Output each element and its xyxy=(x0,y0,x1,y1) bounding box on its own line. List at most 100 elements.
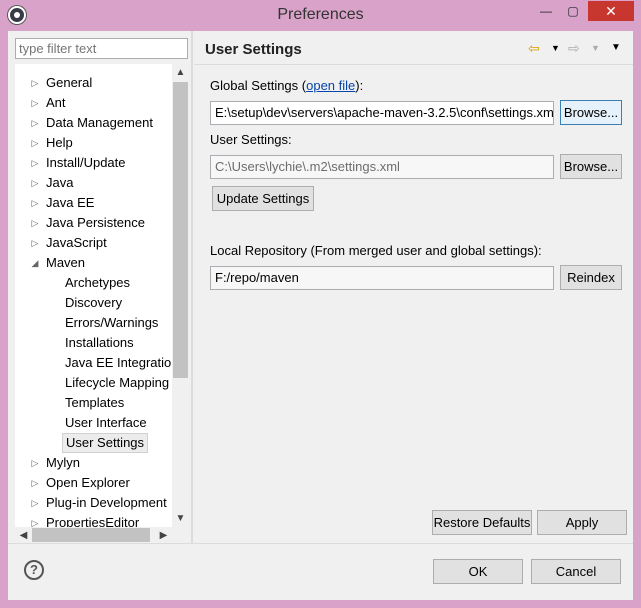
tree-item-label: Plug-in Development xyxy=(46,495,167,510)
tree-item-java-ee[interactable]: ▷ Java EE xyxy=(15,193,172,213)
collapsed-arrow-icon[interactable]: ▷ xyxy=(30,73,40,93)
global-browse-button[interactable]: Browse... xyxy=(560,100,622,125)
collapsed-arrow-icon[interactable]: ▷ xyxy=(30,493,40,513)
footer-divider xyxy=(8,543,633,544)
collapsed-arrow-icon[interactable]: ▷ xyxy=(30,233,40,253)
local-repository-field: F:/repo/maven xyxy=(210,266,554,290)
tree-item-label: Open Explorer xyxy=(46,475,130,490)
apply-button[interactable]: Apply xyxy=(537,510,627,535)
collapsed-arrow-icon[interactable]: ▷ xyxy=(30,173,40,193)
cancel-button[interactable]: Cancel xyxy=(531,559,621,584)
tree-item-label: Lifecycle Mapping xyxy=(65,375,170,390)
tree-item-user-interface[interactable]: User Interface xyxy=(15,413,172,433)
collapsed-arrow-icon[interactable]: ▷ xyxy=(30,133,40,153)
tree-item-help[interactable]: ▷ Help xyxy=(15,133,172,153)
tree-item-label: Discovery xyxy=(65,295,123,310)
back-arrow-icon[interactable]: ⇦ xyxy=(528,39,540,57)
tree-item-label: Install/Update xyxy=(46,155,126,170)
preference-tree: ▷ PropertiesEditor ▷ Plug-in Development ▷ Op… xyxy=(15,64,188,542)
tree-item-label: Mylyn xyxy=(46,455,80,470)
tree-item-templates[interactable]: Templates xyxy=(15,393,172,413)
tree-item-label: User Interface xyxy=(65,415,147,430)
tree-item-label: Java EE Integration xyxy=(65,355,179,370)
collapsed-arrow-icon[interactable]: ▷ xyxy=(30,473,40,493)
tree-item-label: General xyxy=(46,75,93,90)
collapsed-arrow-icon[interactable]: ▷ xyxy=(30,453,40,473)
collapsed-arrow-icon[interactable]: ▷ xyxy=(30,93,40,113)
dialog-client-area: ▷PropertiesEditor▷Plug-in Development▷Op… xyxy=(8,31,633,600)
preference-tree-panel: ▷PropertiesEditor▷Plug-in Development▷Op… xyxy=(8,31,191,543)
tree-item-archetypes[interactable]: Archetypes xyxy=(15,273,172,293)
user-settings-label: User Settings: xyxy=(210,132,292,147)
forward-arrow-icon[interactable]: ⇨ xyxy=(568,39,580,57)
tree-item-ant[interactable]: ▷ Ant xyxy=(15,93,172,113)
tree-item-user-settings[interactable]: User Settings xyxy=(15,433,172,453)
tree-item-lifecycle-mapping[interactable]: Lifecycle Mapping xyxy=(15,373,172,393)
tree-item-label: Installations xyxy=(65,335,134,350)
tree-item-java[interactable]: ▷ Java xyxy=(15,173,172,193)
user-settings-field[interactable]: C:\Users\lychie\.m2\settings.xml xyxy=(210,155,554,179)
restore-defaults-button[interactable]: Restore Defaults xyxy=(432,510,532,535)
title-bar: Preferences — ▢ ✕ xyxy=(0,0,641,30)
horizontal-scroll-thumb[interactable] xyxy=(32,528,150,542)
tree-item-label: JavaScript xyxy=(46,235,107,250)
page-title: User Settings xyxy=(205,41,302,58)
tree-item-label: Archetypes xyxy=(65,275,131,290)
expanded-arrow-icon[interactable]: ◢ xyxy=(30,253,40,273)
tree-item-discovery[interactable]: Discovery xyxy=(15,293,172,313)
tree-item-maven[interactable]: ◢ Maven xyxy=(15,253,172,273)
page-header: User Settings ⇦ ▼ ⇨ ▼ ▼ xyxy=(194,31,633,65)
tree-vertical-scrollbar[interactable]: ▲ ▼ xyxy=(172,64,188,527)
tree-item-label: Data Management xyxy=(46,115,153,130)
panel-sash[interactable] xyxy=(191,31,193,543)
tree-item-plug-in-development[interactable]: ▷ Plug-in Development xyxy=(15,493,172,513)
scroll-down-arrow-icon[interactable]: ▼ xyxy=(172,510,188,527)
user-settings-page: User Settings ⇦ ▼ ⇨ ▼ ▼ Global Settings … xyxy=(194,31,633,543)
reindex-button[interactable]: Reindex xyxy=(560,265,622,290)
tree-item-errors-warnings[interactable]: Errors/Warnings xyxy=(15,313,172,333)
global-settings-field[interactable]: E:\setup\dev\servers\apache-maven-3.2.5\… xyxy=(210,101,554,125)
tree-item-label: Errors/Warnings xyxy=(65,315,159,330)
tree-item-general[interactable]: ▷ General xyxy=(15,73,172,93)
tree-item-data-management[interactable]: ▷ Data Management xyxy=(15,113,172,133)
vertical-scroll-thumb[interactable] xyxy=(173,82,188,378)
collapsed-arrow-icon[interactable]: ▷ xyxy=(30,113,40,133)
tree-item-label: Ant xyxy=(46,95,66,110)
tree-item-label: User Settings xyxy=(62,433,149,453)
tree-item-mylyn[interactable]: ▷ Mylyn xyxy=(15,453,172,473)
tree-item-java-persistence[interactable]: ▷ Java Persistence xyxy=(15,213,172,233)
collapsed-arrow-icon[interactable]: ▷ xyxy=(30,153,40,173)
update-settings-button[interactable]: Update Settings xyxy=(212,186,314,211)
tree-item-label: Java Persistence xyxy=(46,215,145,230)
tree-item-install-update[interactable]: ▷ Install/Update xyxy=(15,153,172,173)
scroll-left-arrow-icon[interactable]: ◀ xyxy=(15,527,32,542)
preferences-window: Preferences — ▢ ✕ ▷PropertiesEditor▷Plug… xyxy=(0,0,641,608)
tree-item-open-explorer[interactable]: ▷ Open Explorer xyxy=(15,473,172,493)
tree-item-label: Maven xyxy=(46,255,86,270)
local-repository-label: Local Repository (From merged user and g… xyxy=(210,243,542,258)
global-settings-label: Global Settings (open file): xyxy=(210,78,364,93)
tree-item-label: Java xyxy=(46,175,74,190)
tree-item-installations[interactable]: Installations xyxy=(15,333,172,353)
scroll-right-arrow-icon[interactable]: ▶ xyxy=(155,527,172,542)
tree-horizontal-scrollbar[interactable]: ◀ ▶ xyxy=(15,527,188,542)
help-icon[interactable]: ? xyxy=(24,560,44,580)
tree-item-java-ee-integration[interactable]: Java EE Integration xyxy=(15,353,178,373)
minimize-button[interactable]: — xyxy=(533,1,559,21)
scroll-up-arrow-icon[interactable]: ▲ xyxy=(172,64,188,81)
tree-item-label: Help xyxy=(46,135,73,150)
forward-menu-icon[interactable]: ▼ xyxy=(591,39,600,57)
collapsed-arrow-icon[interactable]: ▷ xyxy=(30,193,40,213)
back-menu-icon[interactable]: ▼ xyxy=(551,39,560,57)
user-browse-button[interactable]: Browse... xyxy=(560,154,622,179)
tree-item-javascript[interactable]: ▷ JavaScript xyxy=(15,233,172,253)
tree-item-label: Templates xyxy=(65,395,125,410)
tree-item-label: Java EE xyxy=(46,195,95,210)
filter-input[interactable] xyxy=(15,38,188,59)
ok-button[interactable]: OK xyxy=(433,559,523,584)
open-file-link[interactable]: open file xyxy=(306,78,355,93)
view-menu-icon[interactable]: ▼ xyxy=(611,39,621,57)
maximize-button[interactable]: ▢ xyxy=(560,1,586,21)
close-button[interactable]: ✕ xyxy=(588,1,634,21)
collapsed-arrow-icon[interactable]: ▷ xyxy=(30,213,40,233)
